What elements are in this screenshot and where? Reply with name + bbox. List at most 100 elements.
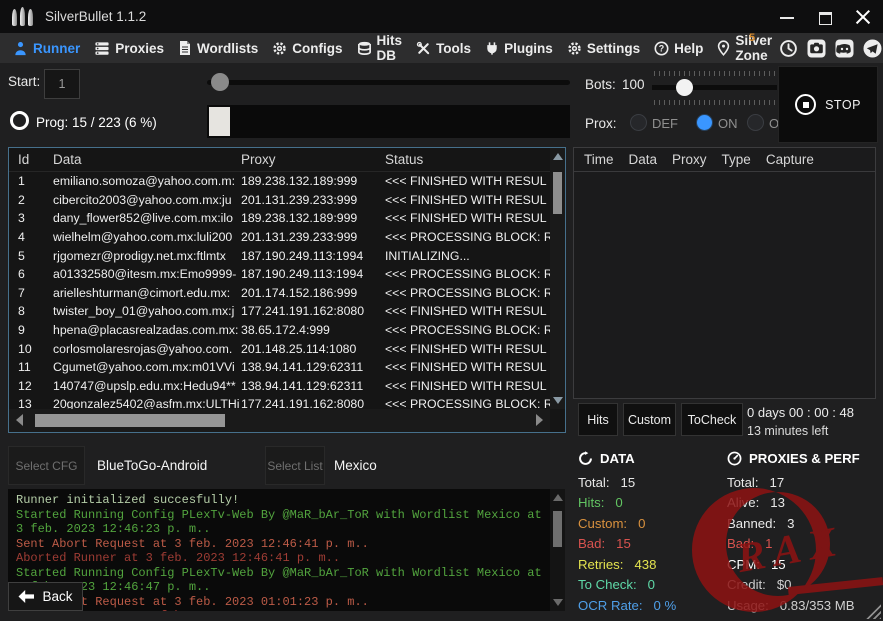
scrollbar-thumb[interactable]: [35, 414, 225, 427]
selected-wordlist-name: Mexico: [334, 458, 377, 473]
prox-radio-off[interactable]: [747, 114, 764, 131]
gauge-icon: [727, 451, 742, 466]
hits-tab-button[interactable]: Hits: [578, 403, 618, 436]
cell-proxy: 177.241.191.162:8080: [241, 397, 385, 409]
stop-button[interactable]: STOP: [778, 66, 878, 143]
scroll-down-icon[interactable]: [553, 397, 563, 404]
minimize-icon[interactable]: [779, 9, 795, 25]
camera-icon[interactable]: [807, 39, 826, 58]
scrollbar-thumb[interactable]: [553, 172, 562, 214]
cell-data: 140747@upslp.edu.mx:Hedu94**: [53, 379, 241, 393]
table-row[interactable]: 1 emiliano.somoza@yahoo.com.m: 189.238.1…: [9, 172, 550, 191]
table-row[interactable]: 11 Cgumet@yahoo.com.mx:m01VVi 138.94.141…: [9, 358, 550, 377]
scrollbar-thumb[interactable]: [553, 511, 562, 547]
cell-status: <<< FINISHED WITH RESUL: [385, 174, 550, 188]
table-row[interactable]: 7 arielleshturman@cimort.edu.mx: 201.174…: [9, 284, 550, 303]
gear-icon: [567, 41, 582, 56]
column-header-data[interactable]: Data: [53, 152, 241, 167]
data-stats-panel: DATA Total: 15 Hits: 0 Custom: 0: [578, 449, 723, 616]
tab-wordlists[interactable]: Wordlists: [171, 33, 265, 63]
select-cfg-button[interactable]: Select CFG: [8, 446, 85, 485]
cell-status: <<< FINISHED WITH RESUL: [385, 342, 550, 356]
select-list-button[interactable]: Select List: [265, 446, 325, 485]
vertical-scrollbar[interactable]: [550, 148, 565, 409]
maximize-icon[interactable]: [817, 9, 833, 25]
stat-row: Total: 15: [578, 472, 723, 493]
table-row[interactable]: 8 twister_boy_01@yahoo.com.mx:j 177.241.…: [9, 302, 550, 321]
close-icon[interactable]: [855, 9, 871, 25]
bots-slider-thumb[interactable]: [676, 79, 693, 96]
proxies-panel-title: PROXIES & PERF: [749, 451, 860, 466]
horizontal-scrollbar[interactable]: [9, 409, 550, 432]
scroll-down-icon[interactable]: [553, 599, 563, 606]
scroll-left-icon[interactable]: [16, 414, 23, 426]
progress-ring-icon: [10, 111, 29, 130]
log-lines: Runner initialized succesfully! Started …: [16, 493, 545, 611]
tab-hits-db[interactable]: Hits DB: [350, 33, 410, 63]
table-row[interactable]: 13 20gonzalez5402@asfm.mx:ULTHi 177.241.…: [9, 395, 550, 409]
table-row[interactable]: 9 hpena@placasrealzadas.com.mx: 38.65.17…: [9, 321, 550, 340]
cell-data: corlosmolaresrojas@yahoo.com.: [53, 342, 241, 356]
column-header-proxy[interactable]: Proxy: [241, 152, 385, 167]
custom-tab-button[interactable]: Custom: [623, 403, 676, 436]
history-icon[interactable]: [779, 39, 798, 58]
column-header-data[interactable]: Data: [629, 152, 658, 167]
column-header-id[interactable]: Id: [9, 152, 53, 167]
discord-icon[interactable]: [835, 39, 854, 58]
table-row[interactable]: 5 rjgomezr@prodigy.net.mx:ftlmtx 187.190…: [9, 246, 550, 265]
tab-configs[interactable]: Configs: [265, 33, 349, 63]
table-row[interactable]: 3 dany_flower852@live.com.mx:ilo 189.238…: [9, 209, 550, 228]
scroll-up-icon[interactable]: [553, 153, 563, 160]
prox-radio-def[interactable]: [630, 114, 647, 131]
tab-help[interactable]: ? Help: [647, 33, 710, 63]
column-header-time[interactable]: Time: [584, 152, 614, 167]
column-header-capture[interactable]: Capture: [766, 152, 814, 167]
scroll-up-icon[interactable]: [553, 494, 563, 501]
tab-settings[interactable]: Settings: [560, 33, 647, 63]
tab-runner[interactable]: Runner: [6, 33, 87, 63]
column-header-type[interactable]: Type: [722, 152, 751, 167]
table-row[interactable]: 2 cibercito2003@yahoo.com.mx:ju 201.131.…: [9, 191, 550, 210]
column-header-proxy[interactable]: Proxy: [672, 152, 707, 167]
table-row[interactable]: 6 a01332580@itesm.mx:Emo9999- 187.190.24…: [9, 265, 550, 284]
scroll-right-icon[interactable]: [536, 414, 543, 426]
cell-proxy: 201.148.25.114:1080: [241, 342, 385, 356]
prox-radio-on[interactable]: [696, 114, 713, 131]
prox-radio-def-label[interactable]: DEF: [652, 116, 678, 131]
notification-badge: 5: [749, 32, 755, 44]
back-button[interactable]: Back: [8, 582, 83, 611]
tab-plugins[interactable]: Plugins: [478, 33, 560, 63]
cell-status: <<< FINISHED WITH RESUL: [385, 379, 550, 393]
data-panel-title: DATA: [600, 451, 635, 466]
cell-id: 7: [9, 286, 53, 300]
tab-proxies[interactable]: Proxies: [87, 33, 171, 63]
table-row[interactable]: 10 corlosmolaresrojas@yahoo.com. 201.148…: [9, 339, 550, 358]
cell-id: 10: [9, 342, 53, 356]
log-line: Aborted Runner at 3 feb. 2023 12:46:41 p…: [16, 551, 545, 566]
bots-slider[interactable]: [652, 71, 777, 105]
telegram-icon[interactable]: [863, 39, 882, 58]
cell-proxy: 138.94.141.129:62311: [241, 379, 385, 393]
table-row[interactable]: 12 140747@upslp.edu.mx:Hedu94** 138.94.1…: [9, 377, 550, 396]
tab-tools[interactable]: Tools: [409, 33, 478, 63]
cell-status: <<< PROCESSING BLOCK: R: [385, 286, 550, 300]
start-slider-thumb[interactable]: [211, 73, 229, 91]
log-scrollbar[interactable]: [550, 489, 565, 611]
start-slider[interactable]: [207, 80, 570, 85]
tocheck-tab-button[interactable]: ToCheck: [681, 403, 743, 436]
cell-id: 9: [9, 323, 53, 337]
map-pin-icon: [717, 40, 730, 56]
cell-status: <<< FINISHED WITH RESUL: [385, 304, 550, 318]
prox-radio-on-label[interactable]: ON: [718, 116, 738, 131]
column-header-status[interactable]: Status: [385, 152, 565, 167]
runner-controls: Start: Prog: 15 / 223 (6 %) Bots: 100 Pr…: [0, 63, 883, 147]
start-input[interactable]: [44, 69, 80, 99]
tab-silver-zone[interactable]: Silver Zone 5: [710, 33, 779, 63]
cell-status: <<< FINISHED WITH RESUL: [385, 211, 550, 225]
cell-proxy: 201.131.239.233:999: [241, 193, 385, 207]
stat-row: Banned: 3: [727, 513, 879, 534]
table-row[interactable]: 4 wielhelm@yahoo.com.mx:luli200 201.131.…: [9, 228, 550, 247]
stop-circle-icon: [795, 94, 816, 115]
stat-row: Alive: 13: [727, 493, 879, 514]
cell-data: 20gonzalez5402@asfm.mx:ULTHi: [53, 397, 241, 409]
